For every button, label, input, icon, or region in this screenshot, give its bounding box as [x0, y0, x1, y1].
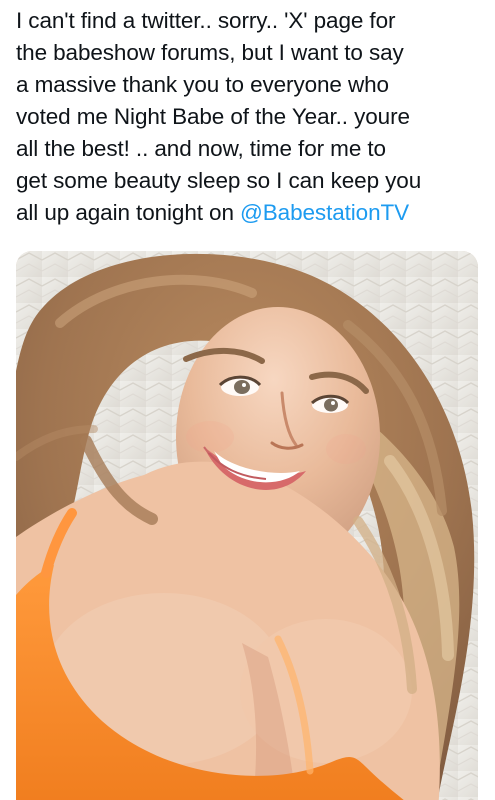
tweet-text-line-2: the babeshow forums, but I want to say [16, 40, 404, 65]
tweet-card: I can't find a twitter.. sorry.. 'X' pag… [0, 0, 495, 800]
tweet-text-line-3: a massive thank you to everyone who [16, 72, 389, 97]
tweet-photo[interactable] [16, 251, 478, 800]
tweet-text-line-1: I can't find a twitter.. sorry.. 'X' pag… [16, 8, 396, 33]
mention-link[interactable]: @BabestationTV [240, 200, 409, 225]
tweet-text-line-6: get some beauty sleep so I can keep you [16, 168, 422, 193]
photo-illustration [16, 251, 478, 800]
tweet-text-line-5: all the best! .. and now, time for me to [16, 136, 386, 161]
tweet-text: I can't find a twitter.. sorry.. 'X' pag… [16, 5, 486, 229]
tweet-text-line-4: voted me Night Babe of the Year.. youre [16, 104, 410, 129]
tweet-text-line-7: all up again tonight on @BabestationTV [16, 197, 486, 229]
tweet-text-line-7-prefix: all up again tonight on [16, 200, 241, 225]
